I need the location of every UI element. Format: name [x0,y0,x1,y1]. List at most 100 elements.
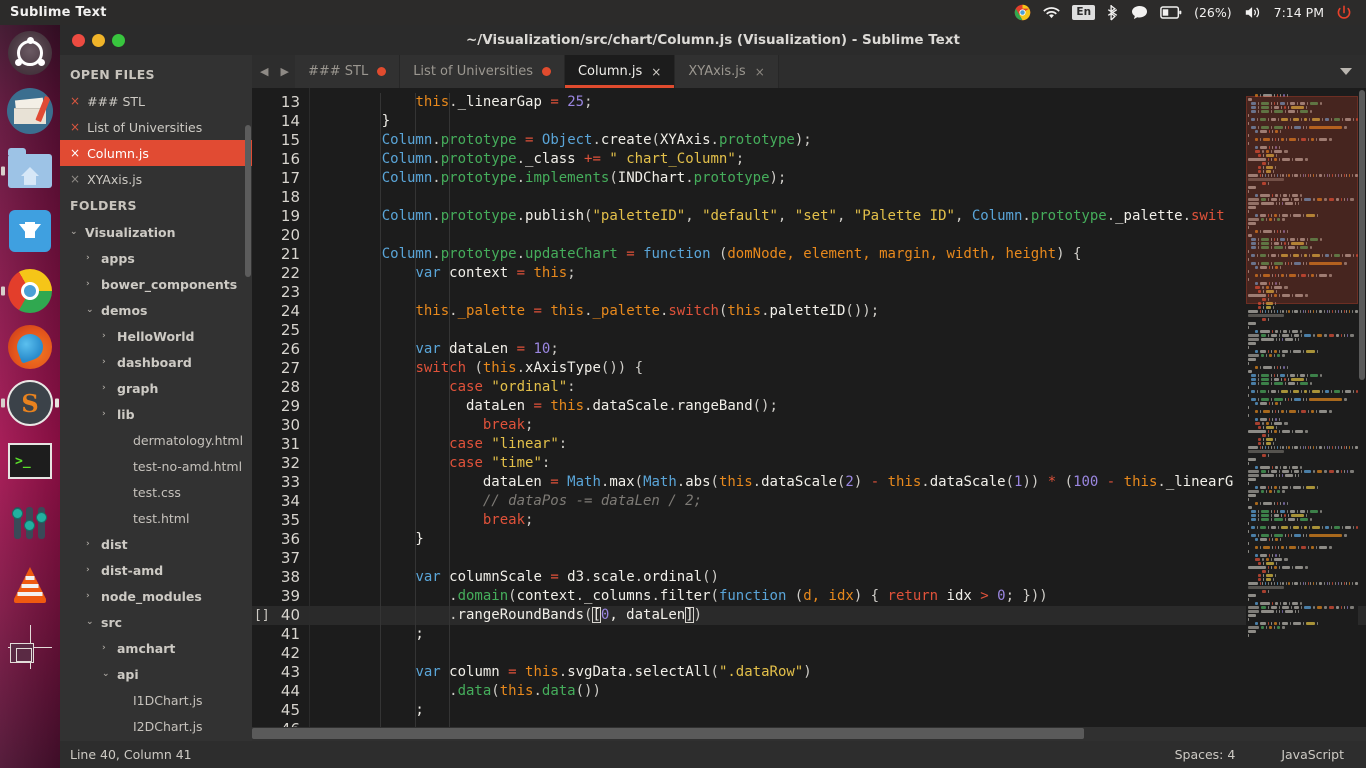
launcher-item-vlc[interactable] [6,561,54,609]
chevron-down-icon[interactable]: ⌄ [86,305,96,315]
tree-folder-item[interactable]: ⌄ src [60,609,252,635]
chevron-right-icon[interactable]: › [86,539,96,549]
chevron-down-icon[interactable]: ⌄ [70,227,80,237]
code-line[interactable]: Column.prototype.implements(INDChart.pro… [310,169,1366,188]
code-line[interactable]: var dataLen = 10; [310,340,1366,359]
tree-folder-item[interactable]: › HelloWorld [60,323,252,349]
chevron-right-icon[interactable]: › [102,383,112,393]
syntax-label[interactable]: JavaScript [1281,747,1344,762]
code-line[interactable]: // dataPos -= dataLen / 2; [310,492,1366,511]
chevron-right-icon[interactable]: › [102,643,112,653]
code-line[interactable]: case "ordinal": [310,378,1366,397]
code-line[interactable]: break; [310,416,1366,435]
maximize-button[interactable] [112,33,125,47]
launcher-item-audio-mixer[interactable] [6,499,54,547]
tree-file-item[interactable]: I1DChart.js [60,687,252,713]
code-line[interactable] [310,283,1366,302]
tree-folder-item[interactable]: › apps [60,245,252,271]
launcher-item-workspace-switcher[interactable] [6,623,54,671]
chevron-right-icon[interactable]: › [86,253,96,263]
code-line[interactable]: switch (this.xAxisType()) { [310,359,1366,378]
chevron-right-icon[interactable]: › [86,279,96,289]
indentation-label[interactable]: Spaces: 4 [1175,747,1236,762]
code-line[interactable] [310,644,1366,663]
bluetooth-icon[interactable] [1107,4,1119,21]
code-line[interactable]: } [310,530,1366,549]
open-file-item[interactable]: × Column.js [60,140,252,166]
code-line[interactable]: var column = this.svgData.selectAll(".da… [310,663,1366,682]
messages-icon[interactable] [1131,5,1148,20]
tab-prev-icon[interactable]: ◀ [260,65,268,78]
code-line[interactable] [310,321,1366,340]
launcher-item-google-chrome[interactable] [1,267,54,315]
chevron-down-icon[interactable]: ⌄ [102,669,112,679]
wifi-icon[interactable] [1043,6,1061,20]
code-line[interactable]: Column.prototype.updateChart = function … [310,245,1366,264]
code-line[interactable]: .rangeRoundBands([0, dataLen]) [310,606,1366,625]
editor-tab[interactable]: ### STL [294,55,401,88]
code-line[interactable]: dataLen = this.dataScale.rangeBand(); [310,397,1366,416]
close-button[interactable] [72,33,85,47]
tree-file-item[interactable]: test.html [60,505,252,531]
tree-folder-item[interactable]: › lib [60,401,252,427]
horizontal-scrollbar-track[interactable] [252,727,1366,741]
launcher-item-sublime-text[interactable]: S [1,379,59,427]
battery-icon[interactable] [1160,6,1182,19]
app-menu-title[interactable]: Sublime Text [10,5,107,20]
editor-tab[interactable]: Column.js × [564,55,676,88]
chrome-indicator-icon[interactable] [1014,4,1031,21]
code-line[interactable]: dataLen = Math.max(Math.abs(this.dataSca… [310,473,1366,492]
fold-marker-icon[interactable]: [] [254,606,270,625]
code-line[interactable]: ; [310,701,1366,720]
launcher-item-ubuntu-dash[interactable] [6,29,54,77]
keyboard-layout-indicator[interactable]: En [1072,5,1096,20]
code-line[interactable]: var columnScale = d3.scale.ordinal() [310,568,1366,587]
launcher-item-software-updater[interactable] [6,207,54,255]
tree-file-item[interactable]: test.css [60,479,252,505]
sidebar-scrollbar[interactable] [245,125,251,277]
close-icon[interactable]: × [755,65,765,79]
launcher-item-text-editor[interactable] [6,87,54,135]
code-line[interactable] [310,188,1366,207]
horizontal-scrollbar-thumb[interactable] [252,728,1084,739]
code-line[interactable]: ; [310,625,1366,644]
open-file-item[interactable]: × List of Universities [60,114,252,140]
code-line[interactable] [310,549,1366,568]
code-line[interactable]: Column.prototype._class += " chart_Colum… [310,150,1366,169]
tree-folder-item[interactable]: ⌄ Visualization [60,219,252,245]
unsaved-dot-icon[interactable] [541,67,551,76]
tree-folder-item[interactable]: › graph [60,375,252,401]
minimap[interactable] [1246,88,1358,741]
launcher-item-firefox[interactable] [6,323,54,371]
editor-tab[interactable]: List of Universities [400,55,565,88]
tree-folder-item[interactable]: ⌄ demos [60,297,252,323]
close-icon[interactable]: × [70,147,80,159]
close-icon[interactable]: × [70,121,80,133]
clock-label[interactable]: 7:14 PM [1274,5,1324,20]
volume-icon[interactable] [1244,5,1262,20]
open-file-item[interactable]: × XYAxis.js [60,166,252,192]
close-icon[interactable]: × [651,65,661,79]
tree-folder-item[interactable]: ⌄ api [60,661,252,687]
code-line[interactable]: case "time": [310,454,1366,473]
chevron-right-icon[interactable]: › [102,357,112,367]
tree-folder-item[interactable]: › dist [60,531,252,557]
code-line[interactable]: this._linearGap = 25; [310,93,1366,112]
tree-file-item[interactable]: IGraph.js [60,739,252,741]
chevron-right-icon[interactable]: › [102,409,112,419]
tree-file-item[interactable]: dermatology.html [60,427,252,453]
tree-folder-item[interactable]: › dashboard [60,349,252,375]
chevron-down-icon[interactable]: ⌄ [86,617,96,627]
code-line[interactable]: case "linear": [310,435,1366,454]
minimize-button[interactable] [92,33,105,47]
chevron-right-icon[interactable]: › [86,565,96,575]
code-line[interactable]: } [310,112,1366,131]
tree-file-item[interactable]: I2DChart.js [60,713,252,739]
minimap-viewport[interactable] [1246,96,1358,304]
open-file-item[interactable]: × ### STL [60,88,252,114]
unsaved-dot-icon[interactable] [377,67,387,76]
code-line[interactable]: break; [310,511,1366,530]
tree-folder-item[interactable]: › dist-amd [60,557,252,583]
code-line[interactable]: var context = this; [310,264,1366,283]
code-line[interactable]: .data(this.data()) [310,682,1366,701]
